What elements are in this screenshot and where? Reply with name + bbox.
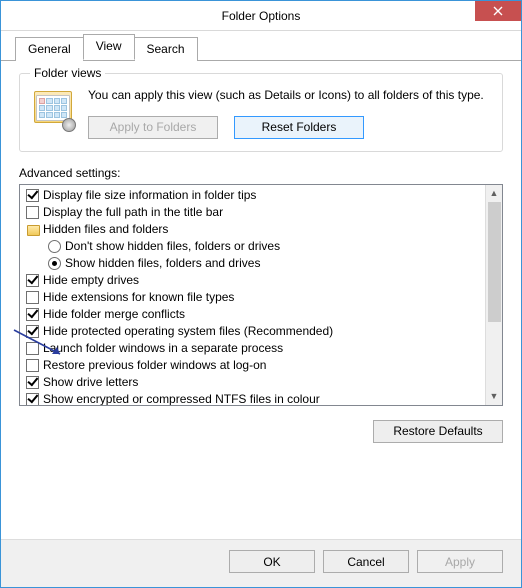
checkbox[interactable]: [26, 308, 39, 321]
list-item-label: Display file size information in folder …: [43, 188, 256, 202]
list-item[interactable]: Don't show hidden files, folders or driv…: [22, 238, 483, 255]
checkbox[interactable]: [26, 376, 39, 389]
list-item-label: Show encrypted or compressed NTFS files …: [43, 392, 320, 405]
radio[interactable]: [48, 257, 61, 270]
list-item[interactable]: Show hidden files, folders and drives: [22, 255, 483, 272]
folder-views-text: You can apply this view (such as Details…: [88, 88, 490, 104]
scroll-down-button[interactable]: ▼: [486, 388, 502, 405]
titlebar: Folder Options: [1, 1, 521, 31]
list-item[interactable]: Launch folder windows in a separate proc…: [22, 340, 483, 357]
window-title: Folder Options: [222, 9, 301, 23]
checkbox[interactable]: [26, 393, 39, 405]
checkbox[interactable]: [26, 206, 39, 219]
list-item-label: Hide folder merge conflicts: [43, 307, 185, 321]
list-item-label: Hide empty drives: [43, 273, 139, 287]
scrollbar[interactable]: ▲ ▼: [485, 185, 502, 405]
apply-to-folders-button: Apply to Folders: [88, 116, 218, 139]
list-item[interactable]: Hide folder merge conflicts: [22, 306, 483, 323]
list-item-label: Show drive letters: [43, 375, 138, 389]
list-item-label: Show hidden files, folders and drives: [65, 256, 260, 270]
list-item-label: Hide protected operating system files (R…: [43, 324, 333, 338]
list-item[interactable]: Hide protected operating system files (R…: [22, 323, 483, 340]
tab-content: Folder views You can apply this view (su…: [1, 61, 521, 453]
folder-icon: [26, 223, 39, 236]
list-item[interactable]: Display the full path in the title bar: [22, 204, 483, 221]
checkbox[interactable]: [26, 189, 39, 202]
list-item[interactable]: Hide empty drives: [22, 272, 483, 289]
list-item-label: Launch folder windows in a separate proc…: [43, 341, 283, 355]
radio[interactable]: [48, 240, 61, 253]
close-icon: [493, 6, 503, 16]
list-item-label: Hidden files and folders: [43, 222, 168, 236]
tab-view[interactable]: View: [83, 34, 135, 60]
checkbox[interactable]: [26, 342, 39, 355]
tab-strip: General View Search: [1, 31, 521, 61]
tab-general[interactable]: General: [15, 37, 84, 61]
apply-button: Apply: [417, 550, 503, 573]
advanced-settings-list[interactable]: Display file size information in folder …: [19, 184, 503, 406]
reset-folders-button[interactable]: Reset Folders: [234, 116, 364, 139]
list-item[interactable]: Restore previous folder windows at log-o…: [22, 357, 483, 374]
list-item[interactable]: Hide extensions for known file types: [22, 289, 483, 306]
scroll-thumb[interactable]: [488, 202, 501, 322]
list-item[interactable]: Show drive letters: [22, 374, 483, 391]
ok-button[interactable]: OK: [229, 550, 315, 573]
dialog-button-row: OK Cancel Apply: [1, 539, 521, 587]
list-item-label: Display the full path in the title bar: [43, 205, 223, 219]
checkbox[interactable]: [26, 291, 39, 304]
list-item[interactable]: Show encrypted or compressed NTFS files …: [22, 391, 483, 405]
close-button[interactable]: [475, 1, 521, 21]
folder-views-group: Folder views You can apply this view (su…: [19, 73, 503, 152]
checkbox[interactable]: [26, 359, 39, 372]
folder-views-label: Folder views: [30, 66, 105, 80]
folder-options-icon: [32, 88, 76, 132]
list-item-label: Restore previous folder windows at log-o…: [43, 358, 266, 372]
list-item-label: Hide extensions for known file types: [43, 290, 234, 304]
list-item: Hidden files and folders: [22, 221, 483, 238]
advanced-settings-label: Advanced settings:: [19, 166, 503, 180]
list-item[interactable]: Display file size information in folder …: [22, 187, 483, 204]
cancel-button[interactable]: Cancel: [323, 550, 409, 573]
tab-search[interactable]: Search: [134, 37, 198, 61]
restore-defaults-button[interactable]: Restore Defaults: [373, 420, 503, 443]
checkbox[interactable]: [26, 274, 39, 287]
checkbox[interactable]: [26, 325, 39, 338]
list-item-label: Don't show hidden files, folders or driv…: [65, 239, 280, 253]
scroll-up-button[interactable]: ▲: [486, 185, 502, 202]
